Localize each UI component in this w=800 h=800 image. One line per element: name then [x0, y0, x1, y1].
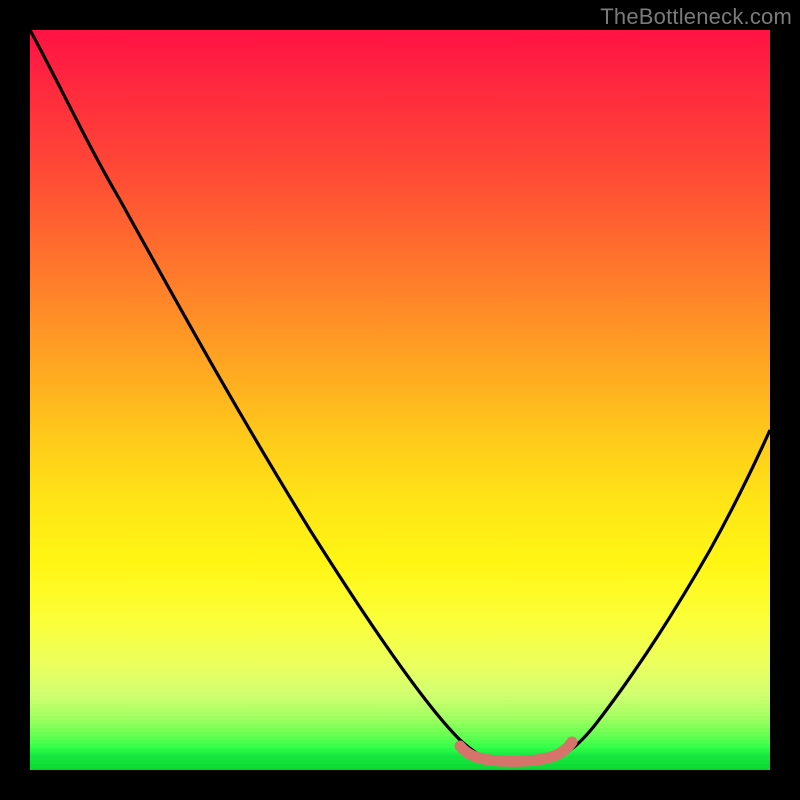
gradient-banding	[30, 690, 770, 770]
watermark-text: TheBottleneck.com	[600, 4, 792, 30]
curve-path	[30, 30, 770, 763]
optimal-range-marker	[460, 742, 572, 761]
bottleneck-curve	[30, 30, 770, 770]
plot-area	[30, 30, 770, 770]
chart-frame: TheBottleneck.com	[0, 0, 800, 800]
